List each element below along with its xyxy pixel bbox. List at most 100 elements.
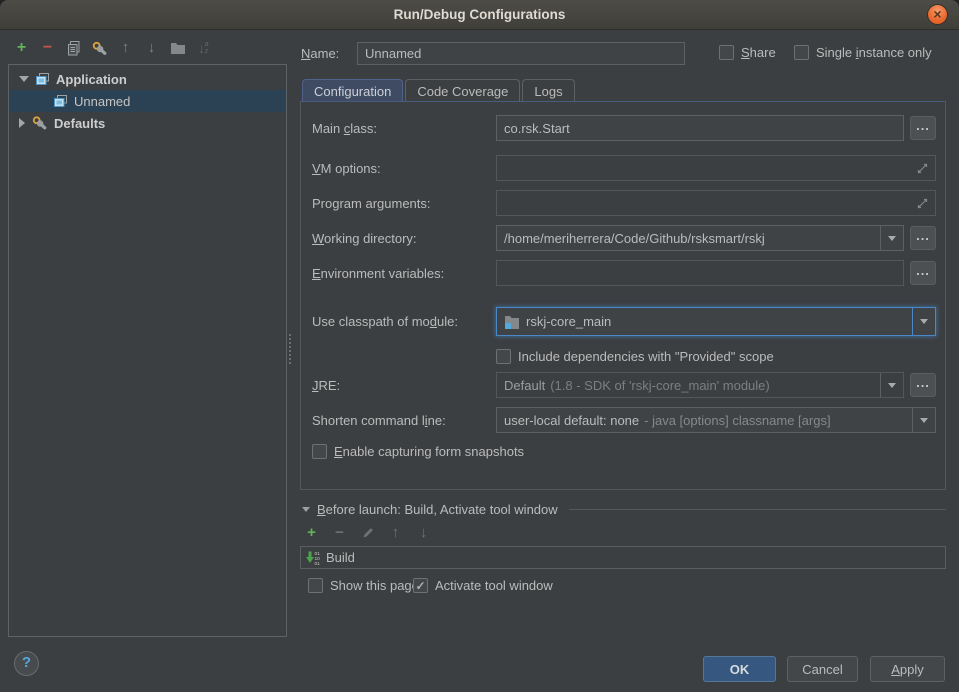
sort-configurations-button[interactable]: ↓ az <box>195 38 212 58</box>
apply-button[interactable]: Apply <box>870 656 945 682</box>
dropdown-arrow-button[interactable] <box>912 308 935 335</box>
tree-item-defaults[interactable]: Defaults <box>9 112 286 134</box>
help-icon: ? <box>22 654 31 671</box>
tab-code-coverage[interactable]: Code Coverage <box>405 79 520 102</box>
shorten-command-line-combobox[interactable]: user-local default: none - java [options… <box>496 407 936 433</box>
before-launch-task-list[interactable]: 01 10 01 Build <box>300 546 946 569</box>
activate-tool-window-checkbox-row: ✓ Activate tool window <box>413 578 553 593</box>
dropdown-arrow-button[interactable] <box>880 373 903 397</box>
add-icon: + <box>307 525 316 541</box>
environment-variables-row: Environment variables: ... <box>312 260 936 286</box>
environment-variables-label: Environment variables: <box>312 266 496 281</box>
working-directory-row: Working directory: /home/meriherrera/Cod… <box>312 225 936 251</box>
include-provided-row: ✓ Include dependencies with "Provided" s… <box>312 348 936 365</box>
configurations-tree: Application Unnamed Defaults <box>8 64 287 637</box>
activate-tool-window-label: Activate tool window <box>435 578 553 593</box>
jre-value: Default <box>504 378 545 393</box>
tree-item-label: Unnamed <box>74 94 130 109</box>
cancel-button[interactable]: Cancel <box>787 656 858 682</box>
copy-configuration-button[interactable] <box>65 38 82 58</box>
main-class-browse-button[interactable]: ... <box>910 116 936 140</box>
cancel-button-label: Cancel <box>802 662 842 677</box>
jre-row: JRE: Default (1.8 - SDK of 'rskj-core_ma… <box>312 372 936 398</box>
capture-snapshots-checkbox[interactable]: ✓ <box>312 444 327 459</box>
tab-configuration[interactable]: Configuration <box>302 79 403 102</box>
capture-snapshots-row: ✓ Enable capturing form snapshots <box>312 443 936 460</box>
ellipsis-icon: ... <box>916 121 930 131</box>
chevron-down-icon <box>920 418 928 423</box>
capture-snapshots-checkbox-row: ✓ Enable capturing form snapshots <box>312 444 524 459</box>
remove-configuration-button[interactable]: − <box>39 38 56 58</box>
tree-item-unnamed[interactable]: Unnamed <box>9 90 286 112</box>
create-folder-button[interactable] <box>169 38 186 58</box>
share-label: Share <box>741 45 776 60</box>
add-task-button[interactable]: + <box>303 523 320 543</box>
use-classpath-value: rskj-core_main <box>526 314 611 329</box>
tab-label: Code Coverage <box>417 84 508 99</box>
titlebar[interactable]: Run/Debug Configurations × <box>0 0 959 30</box>
remove-task-button[interactable]: − <box>331 523 348 543</box>
show-this-page-label: Show this page <box>330 578 419 593</box>
application-icon <box>53 94 68 109</box>
chevron-down-icon <box>888 383 896 388</box>
move-up-button[interactable]: ↑ <box>117 38 134 58</box>
jre-combobox[interactable]: Default (1.8 - SDK of 'rskj-core_main' m… <box>496 372 904 398</box>
collapse-triangle-icon[interactable] <box>19 118 25 128</box>
tab-logs[interactable]: Logs <box>522 79 574 102</box>
move-task-up-button[interactable]: ↑ <box>387 523 404 543</box>
tab-label: Logs <box>534 84 562 99</box>
dropdown-arrow-button[interactable] <box>912 408 935 432</box>
shorten-command-line-label: Shorten command line: <box>312 413 496 428</box>
vm-options-input[interactable] <box>496 155 936 181</box>
edit-defaults-button[interactable] <box>91 38 108 58</box>
capture-snapshots-label: Enable capturing form snapshots <box>334 444 524 459</box>
run-debug-configurations-dialog: Run/Debug Configurations × + − <box>0 0 959 692</box>
expand-editor-button[interactable] <box>917 163 928 174</box>
task-label: Build <box>326 550 355 565</box>
module-icon <box>504 314 520 329</box>
vm-options-row: VM options: <box>312 155 936 181</box>
show-this-page-checkbox[interactable]: ✓ <box>308 578 323 593</box>
environment-variables-input[interactable] <box>496 260 904 286</box>
collapse-triangle-icon[interactable] <box>302 507 310 512</box>
include-provided-checkbox[interactable]: ✓ <box>496 349 511 364</box>
expand-icon <box>917 198 928 209</box>
before-launch-toolbar: + − ↑ ↓ <box>303 524 432 542</box>
environment-variables-browse-button[interactable]: ... <box>910 261 936 285</box>
wrench-gear-icon <box>31 115 48 131</box>
expand-editor-button[interactable] <box>917 198 928 209</box>
program-arguments-input[interactable] <box>496 190 936 216</box>
use-classpath-row: Use classpath of module: rskj-core_main <box>312 307 936 336</box>
splitter-handle[interactable] <box>289 334 291 364</box>
name-input[interactable]: Unnamed <box>357 42 685 65</box>
shorten-command-line-hint: - java [options] classname [args] <box>644 413 830 428</box>
add-configuration-button[interactable]: + <box>13 38 30 58</box>
jre-label: JRE: <box>312 378 496 393</box>
main-class-input[interactable]: co.rsk.Start <box>496 115 904 141</box>
use-classpath-combobox[interactable]: rskj-core_main <box>496 307 936 336</box>
ellipsis-icon: ... <box>916 378 930 388</box>
close-button[interactable]: × <box>927 4 948 25</box>
single-instance-checkbox[interactable]: ✓ <box>794 45 809 60</box>
tree-item-label: Defaults <box>54 116 105 131</box>
move-task-down-button[interactable]: ↓ <box>415 523 432 543</box>
activate-tool-window-checkbox[interactable]: ✓ <box>413 578 428 593</box>
working-directory-combobox[interactable]: /home/meriherrera/Code/Github/rsksmart/r… <box>496 225 904 251</box>
check-icon: ✓ <box>415 580 425 592</box>
configurations-toolbar: + − ↑ ↓ <box>13 37 212 59</box>
build-icon: 01 10 01 <box>305 550 321 566</box>
jre-browse-button[interactable]: ... <box>910 373 936 397</box>
share-checkbox[interactable]: ✓ <box>719 45 734 60</box>
tree-item-application[interactable]: Application <box>9 68 286 90</box>
help-button[interactable]: ? <box>14 651 39 676</box>
working-directory-browse-button[interactable]: ... <box>910 226 936 250</box>
move-down-button[interactable]: ↓ <box>143 38 160 58</box>
before-launch-title: Before launch: Build, Activate tool wind… <box>317 502 558 517</box>
dropdown-arrow-button[interactable] <box>880 226 903 250</box>
expand-triangle-icon[interactable] <box>19 76 29 82</box>
name-value: Unnamed <box>365 46 421 61</box>
ellipsis-icon: ... <box>916 266 930 276</box>
ok-button[interactable]: OK <box>703 656 776 682</box>
ellipsis-icon: ... <box>916 231 930 241</box>
edit-task-button[interactable] <box>359 523 376 543</box>
